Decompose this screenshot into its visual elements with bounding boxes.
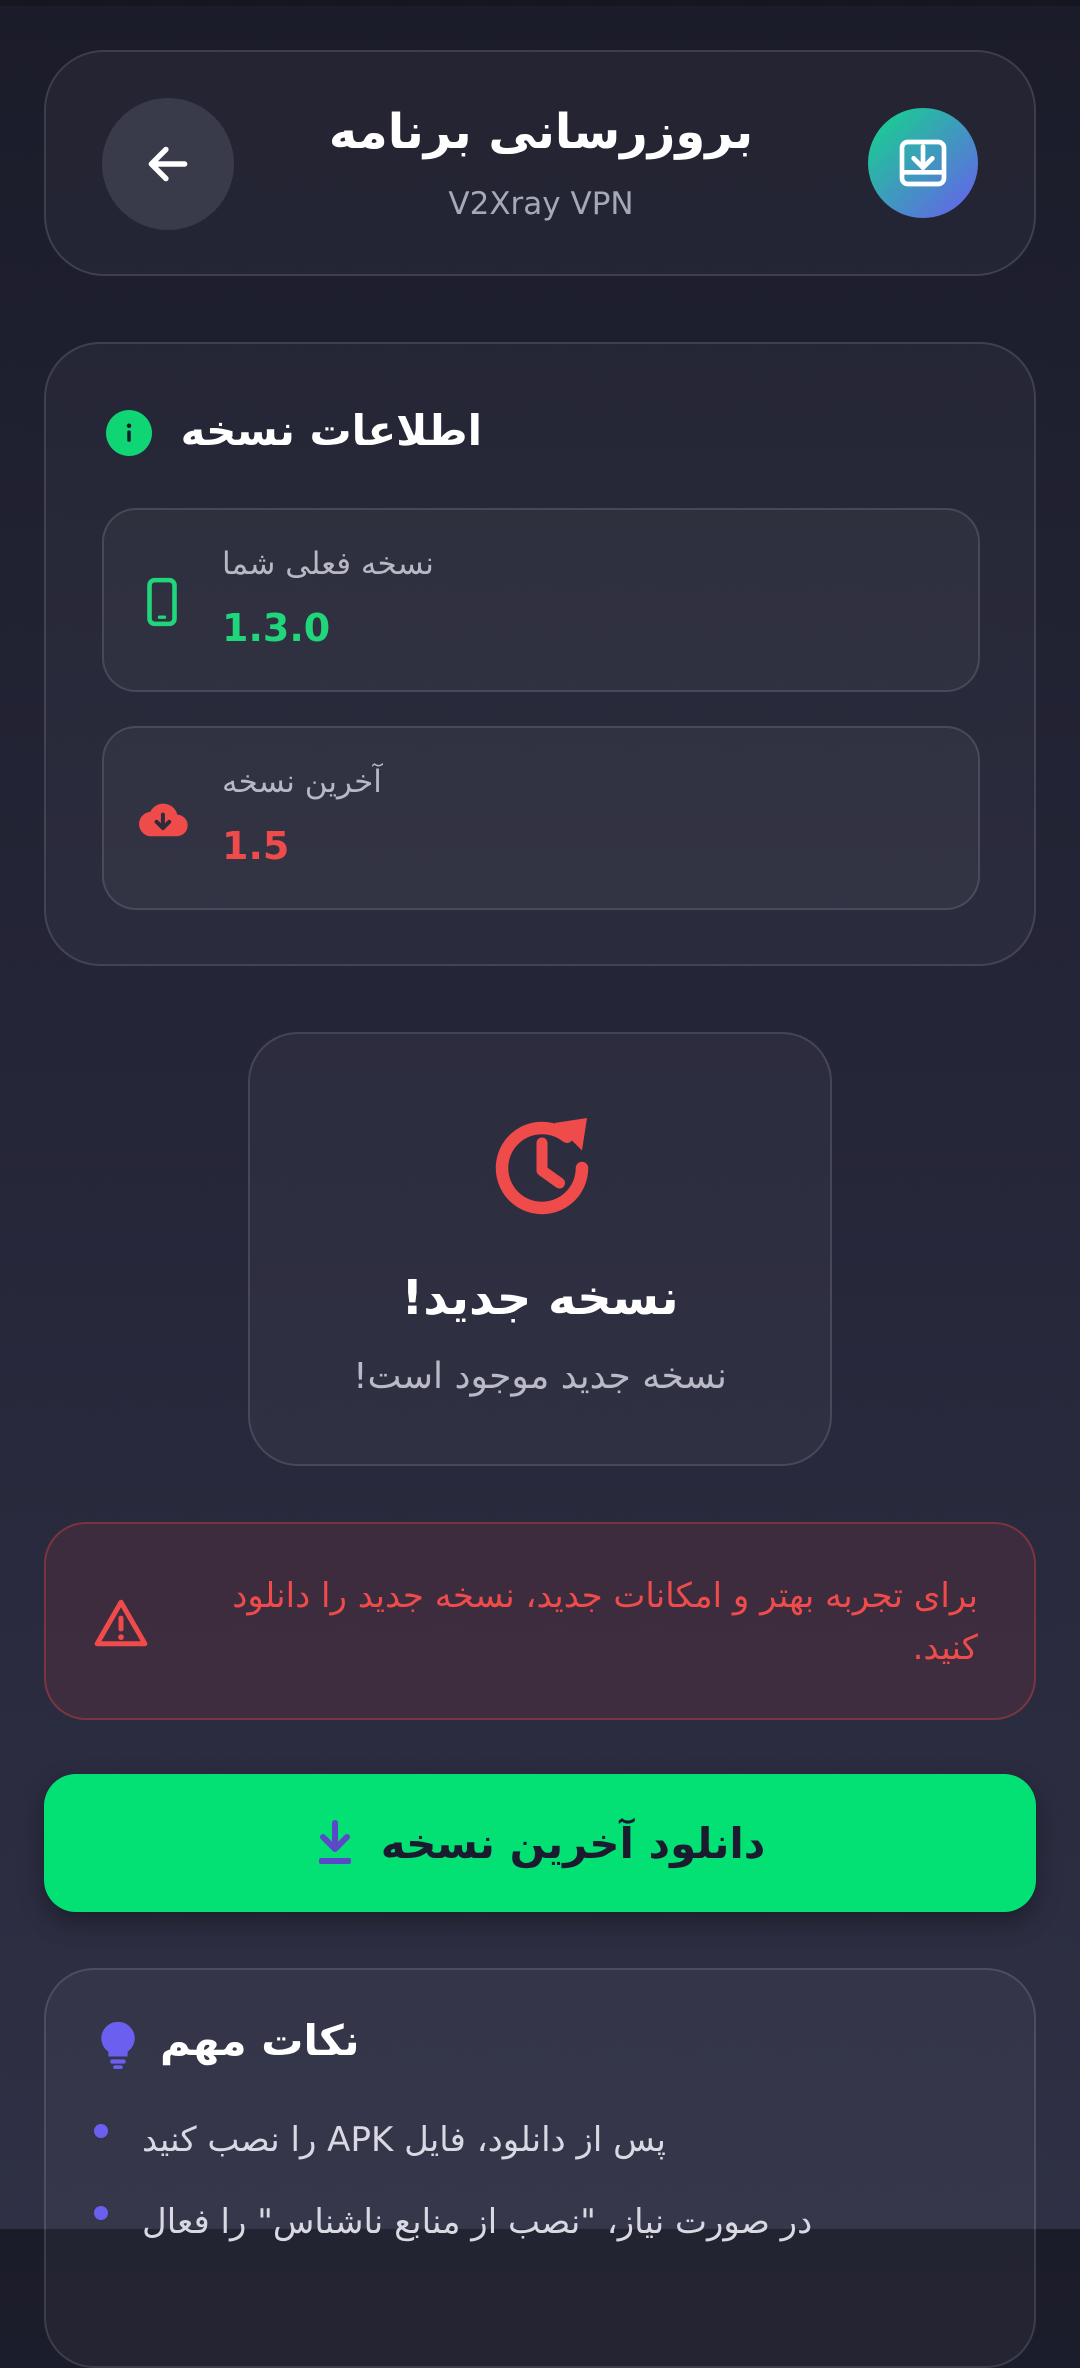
current-version-value: 1.3.0 — [222, 606, 331, 650]
lightbulb-icon — [101, 2021, 135, 2070]
version-info-title: اطلاعات نسخه — [180, 406, 482, 455]
download-box-icon — [899, 139, 947, 187]
tips-title: نکات مهم — [160, 2016, 360, 2065]
status-message: نسخه جدید موجود است! — [353, 1356, 727, 1397]
arrow-left-icon — [148, 146, 188, 182]
tip-item: را نصب کنید APK پس از دانلود، فایل — [142, 2120, 666, 2160]
download-latest-button[interactable]: دانلود آخرین نسخه — [44, 1774, 1036, 1912]
version-info-card: اطلاعات نسخه نسخه فعلی شما 1.3.0 آخرین ن… — [44, 342, 1036, 966]
warning-banner: برای تجربه بهتر و امکانات جدید، نسخه جدی… — [44, 1522, 1036, 1720]
page-title: بروزرسانی برنامه — [328, 104, 754, 160]
cloud-download-icon — [134, 792, 190, 848]
warning-text: برای تجربه بهتر و امکانات جدید، نسخه جدی… — [232, 1576, 978, 1668]
app-logo — [868, 108, 978, 218]
download-icon — [318, 1820, 351, 1864]
latest-version-value: 1.5 — [222, 824, 290, 868]
warning-triangle-icon — [94, 1599, 148, 1647]
clock-refresh-icon — [495, 1118, 589, 1215]
current-version-row: نسخه فعلی شما 1.3.0 — [102, 508, 980, 692]
update-status-card: نسخه جدید! نسخه جدید موجود است! — [248, 1032, 832, 1466]
tip-bullet — [94, 2124, 108, 2138]
phone-icon — [134, 574, 190, 630]
tip-bullet — [94, 2206, 108, 2220]
current-version-label: نسخه فعلی شما — [222, 546, 434, 582]
header-card: بروزرسانی برنامه V2Xray VPN — [44, 50, 1036, 276]
download-button-label: دانلود آخرین نسخه — [380, 1818, 766, 1868]
latest-version-label: آخرین نسخه — [222, 764, 382, 800]
status-bar — [0, 0, 1080, 6]
app-name: V2Xray VPN — [448, 186, 634, 222]
tips-card: نکات مهم را نصب کنید APK پس از دانلود، ف… — [44, 1968, 1036, 2368]
tip-item: در صورت نیاز، "نصب از منابع ناشناس" را ف… — [142, 2202, 813, 2242]
status-title: نسخه جدید! — [401, 1270, 679, 1326]
latest-version-row: آخرین نسخه 1.5 — [102, 726, 980, 910]
info-icon — [106, 410, 152, 456]
back-button[interactable] — [102, 98, 234, 230]
